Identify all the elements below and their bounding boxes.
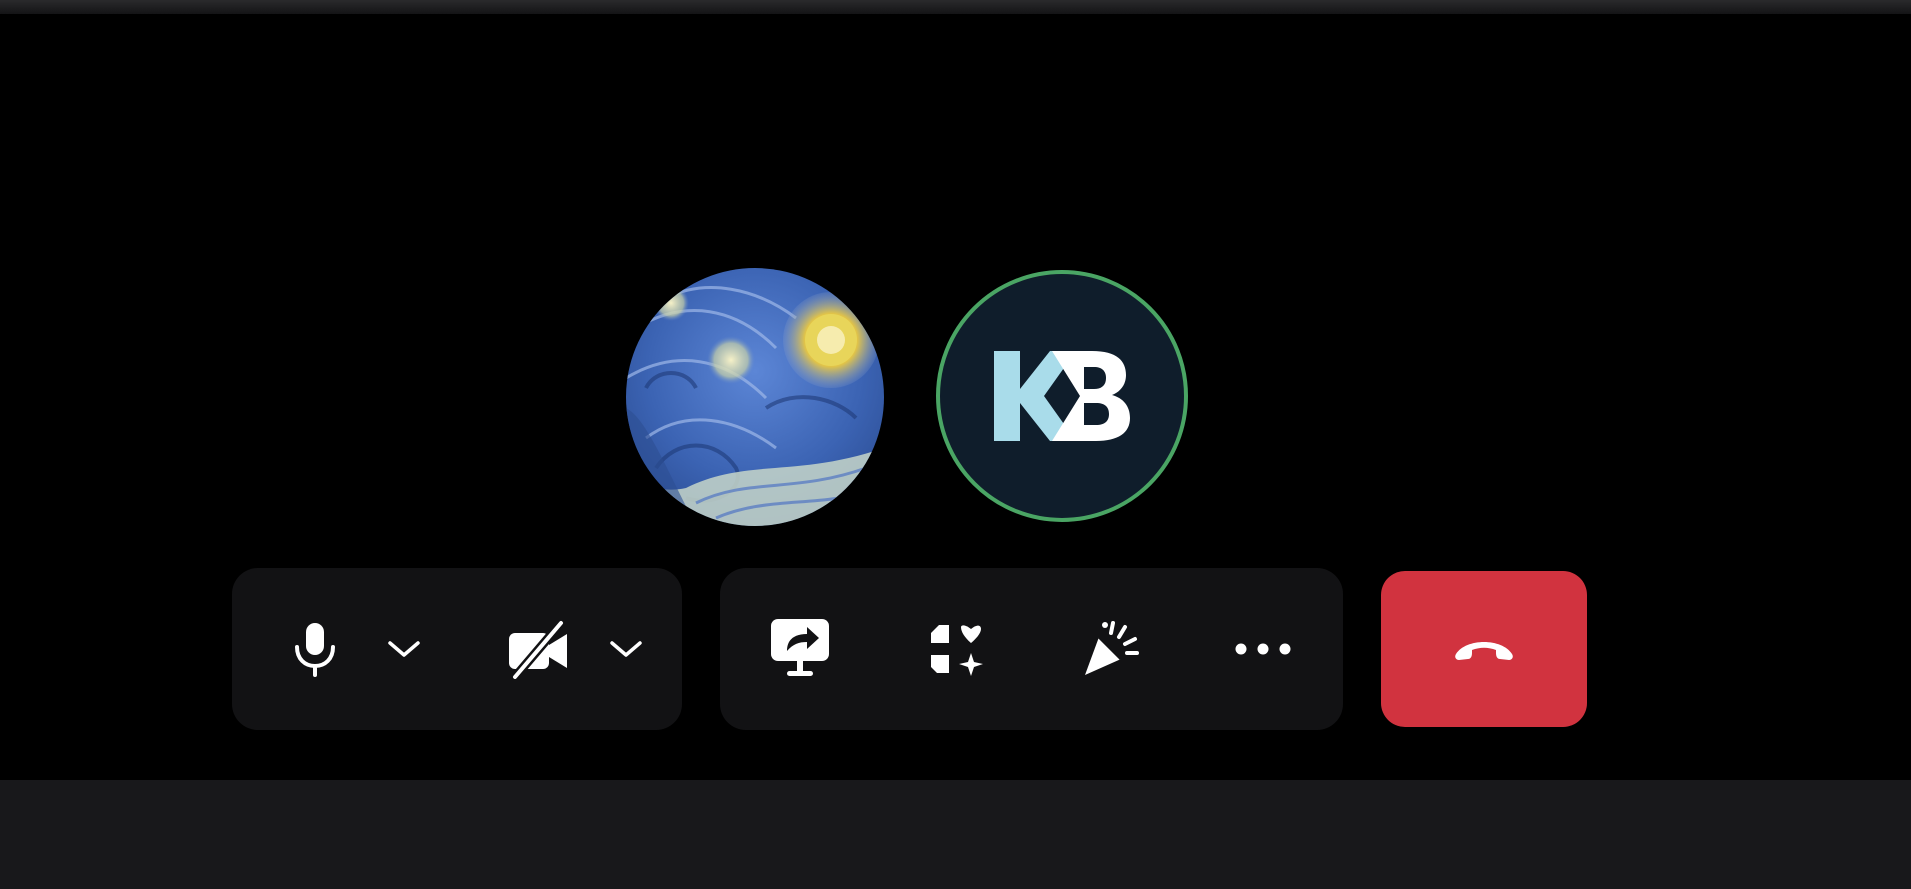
more-icon <box>1235 643 1291 655</box>
kb-logo-icon <box>994 351 1130 441</box>
reactions-button[interactable]: reactions-icon <box>1060 568 1160 730</box>
participant-avatar-kb[interactable] <box>936 270 1188 522</box>
hang-up-icon <box>1455 642 1513 660</box>
microphone-icon <box>295 623 335 677</box>
share-screen-icon <box>771 619 829 676</box>
apps-icon <box>931 625 983 676</box>
chevron-down-icon <box>388 641 420 657</box>
share-screen-button[interactable]: share-screen-icon <box>750 568 850 730</box>
more-options-button[interactable]: more-icon <box>1213 568 1313 730</box>
audio-options-dropdown[interactable]: chevron-down-icon <box>374 568 434 730</box>
camera-off-icon <box>509 620 567 679</box>
leave-call-button[interactable]: hang-up-icon <box>1381 571 1587 727</box>
reactions-icon <box>1085 621 1139 675</box>
participant-avatar-painting[interactable] <box>626 268 884 526</box>
chevron-down-icon <box>610 641 642 657</box>
starry-night-avatar-image <box>626 268 884 526</box>
apps-button[interactable]: apps-icon <box>905 568 1005 730</box>
bottom-bar <box>0 780 1911 889</box>
audio-video-controls: microphone-icon chevron-down-icon camera… <box>232 568 682 730</box>
meeting-window: microphone-icon chevron-down-icon camera… <box>0 0 1911 889</box>
meeting-actions-controls: share-screen-icon apps-icon reactions-ic… <box>720 568 1343 730</box>
video-options-dropdown[interactable]: chevron-down-icon <box>596 568 656 730</box>
window-top-edge <box>0 0 1911 14</box>
microphone-button[interactable]: microphone-icon <box>270 568 360 730</box>
camera-toggle-button[interactable]: camera-off-icon <box>488 568 588 730</box>
